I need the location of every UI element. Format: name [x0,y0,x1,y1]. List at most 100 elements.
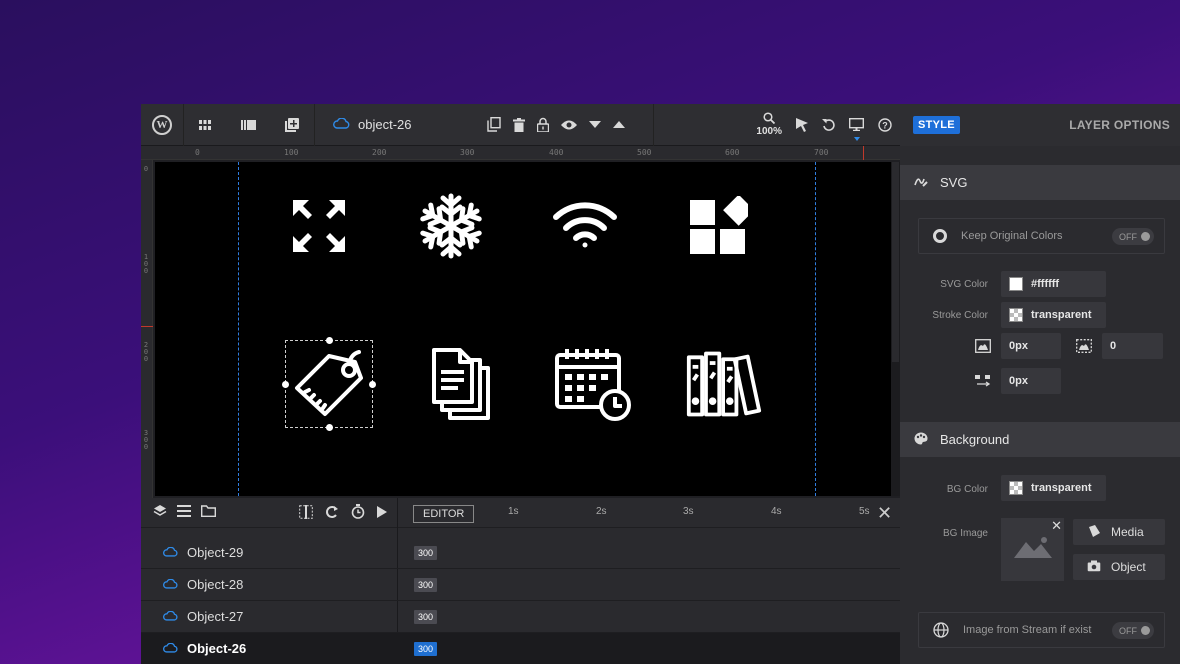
keep-colors-toggle[interactable]: OFF [1112,228,1154,245]
close-icon[interactable]: ✕ [877,504,892,522]
timeline-panel: EDITOR 1s 2s 3s 4s 5s ✕ Object-29 300 Ob… [141,498,900,664]
toolbar-right-group: 100% ? [756,112,900,141]
timeline-row[interactable]: Object-27 300 [141,601,900,633]
top-toolbar: W object-26 100% ? [141,103,900,146]
media-button[interactable]: Media [1073,519,1165,545]
list-icon[interactable] [177,504,191,518]
stroke-dash-field[interactable]: 0 [1102,333,1163,359]
option-label: Image from Stream if exist [963,624,1092,636]
arrow-down-icon[interactable] [589,117,601,132]
undo-icon[interactable] [822,118,835,131]
zoom-level: 100% [756,126,782,137]
time-scale[interactable]: 1s 2s 3s 4s 5s [471,506,871,524]
ruler-tick: 0 [195,148,200,157]
calendar-clock-icon[interactable] [553,344,633,424]
arrow-up-icon[interactable] [613,117,625,132]
time-label: 5s [859,506,870,517]
stroke-offset-field[interactable]: 0px [1001,368,1061,394]
stroke-width-field[interactable]: 0px [1001,333,1061,359]
tab-style[interactable]: STYLE [913,116,960,134]
duration-badge[interactable]: 300 [414,545,438,560]
ruler-tick: 700 [814,148,829,157]
wordpress-icon[interactable]: W [141,104,183,146]
selected-object-label[interactable]: object-26 [315,117,465,132]
ruler-tick: 100 [284,148,299,157]
resize-handle-right[interactable] [369,381,376,388]
snowflake-icon[interactable] [411,186,491,266]
binders-icon[interactable] [685,344,765,424]
expand-arrows-icon[interactable] [279,186,359,266]
duration-badge[interactable]: 300 [414,577,438,592]
tab-layer-options[interactable]: LAYER OPTIONS [1069,118,1170,132]
timeline-view-icons [153,504,216,518]
stroke-offset-icon [975,373,991,389]
stroke-color-field[interactable]: transparent [1001,302,1106,328]
help-icon[interactable]: ? [878,117,892,132]
editor-button[interactable]: EDITOR [413,505,475,523]
layer-name: Object-26 [187,641,247,656]
trash-icon[interactable] [513,117,525,132]
keep-original-colors-option[interactable]: Keep Original Colors OFF [918,218,1165,254]
add-layer-icon[interactable] [270,104,314,146]
palette-icon [914,432,928,448]
duration-badge[interactable]: 300 [414,641,438,656]
stroke-dash-icon [1076,338,1092,354]
duration-badge[interactable]: 300 [414,609,438,624]
time-label: 4s [771,506,782,517]
stroke-width-icon [975,338,991,354]
stroke-color-label: Stroke Color [932,310,988,321]
close-icon[interactable]: ✕ [1051,518,1062,534]
option-label: Keep Original Colors [961,230,1063,242]
toggle-state: OFF [1119,231,1137,242]
desktop-icon[interactable] [849,118,864,141]
resize-handle-bottom[interactable] [326,424,333,431]
documents-icon[interactable] [421,344,501,424]
lock-icon[interactable] [537,117,549,132]
zoom-control[interactable]: 100% [756,112,782,137]
folder-icon[interactable] [201,504,216,518]
svg-color-field[interactable]: #ffffff [1001,271,1106,297]
loop-icon[interactable] [325,504,339,519]
color-swatch [1009,308,1023,322]
price-tag-icon[interactable] [289,344,369,424]
bg-image-preview[interactable]: ✕ [1001,518,1064,581]
button-label: Media [1111,525,1144,539]
scrollbar-thumb[interactable] [892,162,899,362]
bg-color-label: BG Color [946,484,988,495]
horizontal-ruler: 0 100 200 300 400 500 600 700 [141,146,900,160]
bg-color-field[interactable]: transparent [1001,475,1106,501]
background-section-header[interactable]: Background [900,422,1180,457]
color-swatch [1009,277,1023,291]
cursor-icon[interactable] [796,117,808,132]
play-icon[interactable] [377,504,387,519]
bg-image-label: BG Image [942,528,988,539]
ruler-tick: 0 [143,165,149,173]
image-from-stream-option[interactable]: Image from Stream if exist OFF [918,612,1165,648]
wifi-icon[interactable] [545,186,625,266]
resize-handle-top[interactable] [326,337,333,344]
timeline-row[interactable]: Object-29 300 [141,537,900,569]
toolbar-divider [653,103,654,146]
time-label: 1s [508,506,519,517]
canvas-scrollbar[interactable] [891,162,900,496]
stage-canvas[interactable] [155,162,891,496]
svg-section-header[interactable]: SVG [900,165,1180,200]
grid-icon[interactable] [184,104,226,146]
shapes-grid-icon[interactable] [678,186,758,266]
stream-toggle[interactable]: OFF [1112,622,1154,639]
right-grid-guide [815,162,816,496]
layers-icon[interactable] [153,504,167,518]
cloud-icon [163,641,178,656]
ruler-tick: 300 [460,148,475,157]
slides-icon[interactable] [226,104,270,146]
duplicate-icon[interactable] [487,117,501,132]
timeline-row[interactable]: Object-28 300 [141,569,900,601]
eye-icon[interactable] [561,117,577,132]
split-icon[interactable] [299,504,313,519]
stopwatch-icon[interactable] [351,504,365,519]
object-button[interactable]: Object [1073,554,1165,580]
timeline-row-active[interactable]: Object-26 300 [141,633,900,664]
ruler-tick: 2 0 0 [143,341,149,363]
svg-color-value: #ffffff [1031,278,1060,290]
resize-handle-left[interactable] [282,381,289,388]
